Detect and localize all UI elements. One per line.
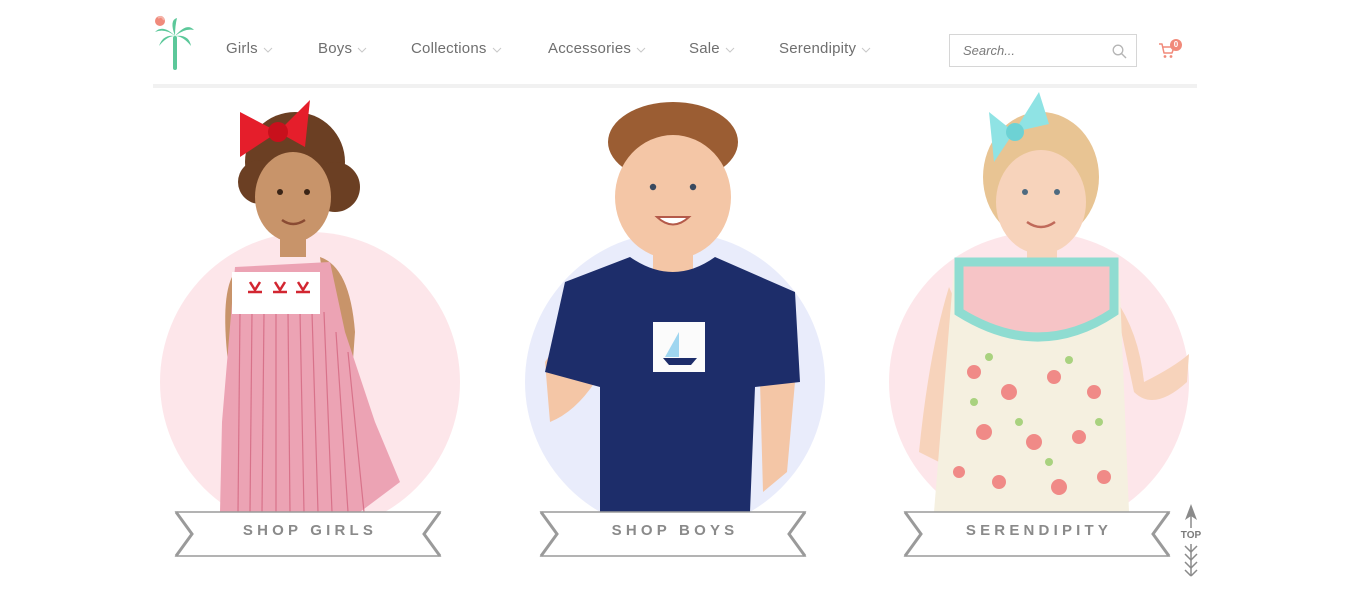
cart-button[interactable]: 0 — [1158, 39, 1184, 62]
nav-item-label: Accessories — [548, 40, 632, 57]
serendipity-label: SERENDIPITY — [965, 522, 1113, 539]
nav-item-accessories[interactable]: Accessories — [548, 40, 647, 57]
back-to-top-button[interactable]: TOP — [1176, 502, 1206, 578]
search-input[interactable] — [950, 35, 1113, 66]
shop-girls-tile[interactable]: SHOP GIRLS — [160, 92, 460, 572]
nav-item-boys[interactable]: Boys — [318, 40, 368, 57]
search-box — [949, 34, 1137, 67]
nav-item-label: Boys — [318, 40, 353, 57]
shop-girls-label: SHOP GIRLS — [242, 522, 378, 539]
nav-item-label: Sale — [689, 40, 720, 57]
shop-boys-label: SHOP BOYS — [611, 522, 739, 539]
nav-item-serendipity[interactable]: Serendipity — [779, 40, 872, 57]
girl-photo — [919, 92, 1189, 512]
girl-photo — [220, 100, 400, 512]
back-to-top-label: TOP — [1180, 530, 1202, 541]
shop-boys-tile[interactable]: SHOP BOYS — [525, 92, 825, 572]
chevron-down-icon — [263, 47, 273, 53]
serendipity-tile[interactable]: SERENDIPITY — [889, 92, 1189, 572]
chevron-down-icon — [725, 47, 735, 53]
chevron-down-icon — [636, 47, 646, 53]
nav-item-girls[interactable]: Girls — [226, 40, 274, 57]
chevron-down-icon — [861, 47, 871, 53]
boy-photo — [545, 102, 800, 512]
palm-tree-logo[interactable] — [153, 14, 195, 72]
nav-item-sale[interactable]: Sale — [689, 40, 736, 57]
chevron-down-icon — [492, 47, 501, 53]
nav-item-label: Collections — [411, 40, 487, 57]
search-icon[interactable] — [1112, 44, 1127, 59]
nav-item-collections[interactable]: Collections — [411, 40, 503, 57]
chevron-down-icon — [357, 47, 367, 53]
cart-count-badge: 0 — [1170, 39, 1182, 51]
site-header: Girls Boys Collections Accessories Sale … — [153, 0, 1197, 88]
nav-item-label: Serendipity — [779, 40, 857, 57]
nav-item-label: Girls — [226, 40, 258, 57]
